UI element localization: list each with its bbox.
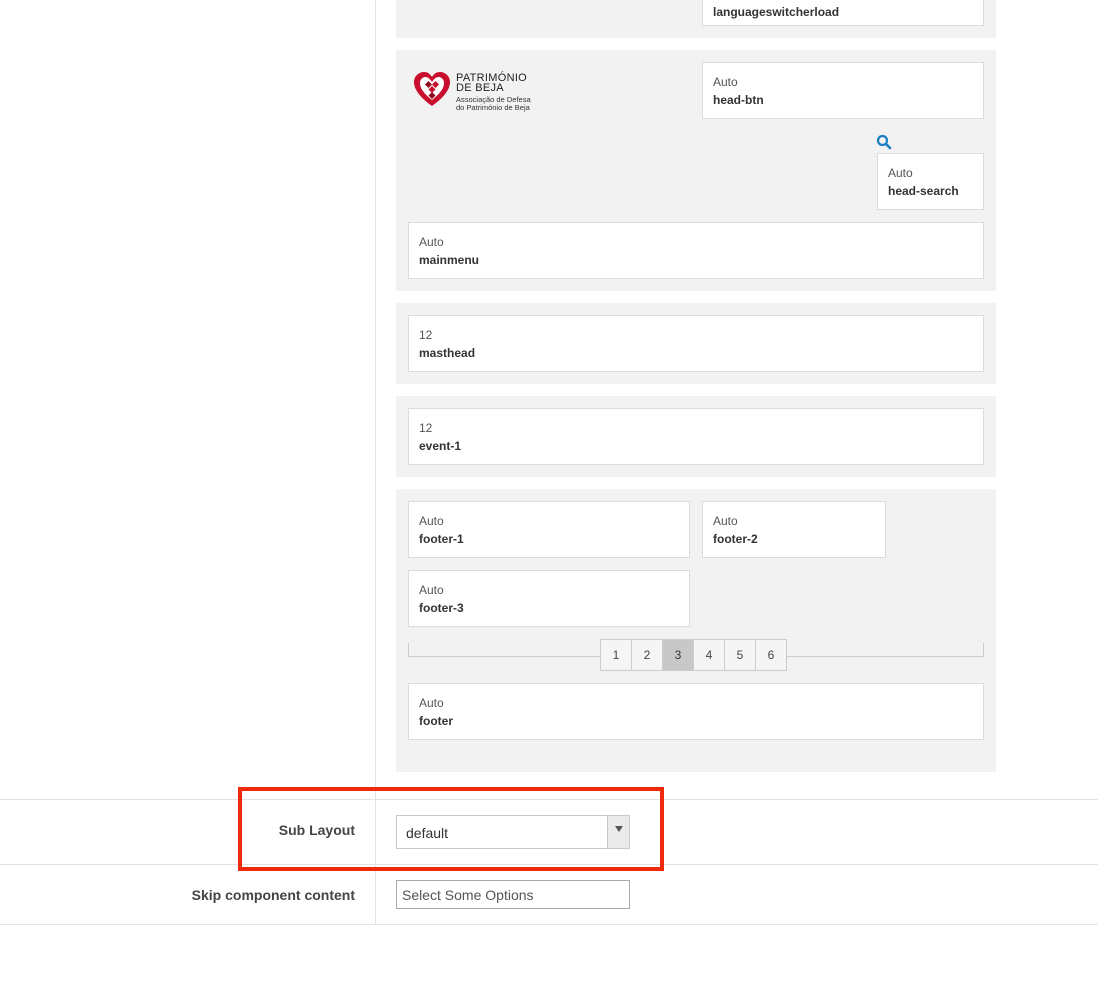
position-name: head-search: [888, 184, 959, 198]
row-divider: [0, 924, 1098, 925]
tab-divider-right: [983, 643, 984, 657]
tab-divider-left: [408, 643, 409, 657]
position-name: event-1: [419, 439, 462, 453]
column-divider: [375, 0, 376, 924]
position-footer-3[interactable]: Auto footer-3: [408, 570, 690, 627]
position-width: Auto: [713, 75, 738, 89]
logo-text-line2: DE BEJA: [456, 82, 504, 94]
position-name: footer: [419, 714, 453, 728]
position-width: Auto: [419, 583, 444, 597]
logo-text-line4: do Património de Beja: [456, 103, 530, 112]
position-event-1[interactable]: 12 event-1: [408, 408, 984, 465]
position-name: head-btn: [713, 93, 764, 107]
position-width: 12: [419, 328, 433, 342]
search-icon[interactable]: [876, 134, 892, 150]
skip-component-multiselect[interactable]: Select Some Options: [396, 880, 630, 909]
position-name: footer-1: [419, 532, 464, 546]
position-name: mainmenu: [419, 253, 480, 267]
position-mainmenu[interactable]: Auto mainmenu: [408, 222, 984, 279]
position-name: footer-2: [713, 532, 758, 546]
tab-2[interactable]: 2: [631, 639, 663, 671]
position-width: Auto: [419, 696, 444, 710]
position-width: Auto: [419, 514, 444, 528]
position-width: Auto: [419, 235, 444, 249]
position-head-btn[interactable]: Auto head-btn: [702, 62, 984, 119]
position-footer-1[interactable]: Auto footer-1: [408, 501, 690, 558]
position-name: footer-3: [419, 601, 464, 615]
tab-1[interactable]: 1: [600, 639, 632, 671]
position-footer[interactable]: Auto footer: [408, 683, 984, 740]
heart-logo-icon: [414, 72, 450, 106]
site-logo: PATRIMÓNIO DE BEJA Associação de Defesa …: [412, 70, 552, 114]
position-width: Auto: [888, 166, 913, 180]
footer-tabs: 1 2 3 4 5 6: [600, 639, 787, 671]
position-languageswitcherload[interactable]: languageswitcherload: [702, 0, 984, 26]
position-footer-2[interactable]: Auto footer-2: [702, 501, 886, 558]
highlight-box: [238, 787, 664, 871]
position-width: 12: [419, 421, 433, 435]
position-masthead[interactable]: 12 masthead: [408, 315, 984, 372]
position-name: languageswitcherload: [713, 5, 840, 19]
position-name: masthead: [419, 346, 476, 360]
tab-4[interactable]: 4: [693, 639, 725, 671]
skip-component-label: Skip component content: [191, 887, 355, 903]
tab-5[interactable]: 5: [724, 639, 756, 671]
tab-6[interactable]: 6: [755, 639, 787, 671]
position-head-search[interactable]: Auto head-search: [877, 153, 984, 210]
tab-3[interactable]: 3: [662, 639, 694, 671]
position-width: Auto: [713, 514, 738, 528]
